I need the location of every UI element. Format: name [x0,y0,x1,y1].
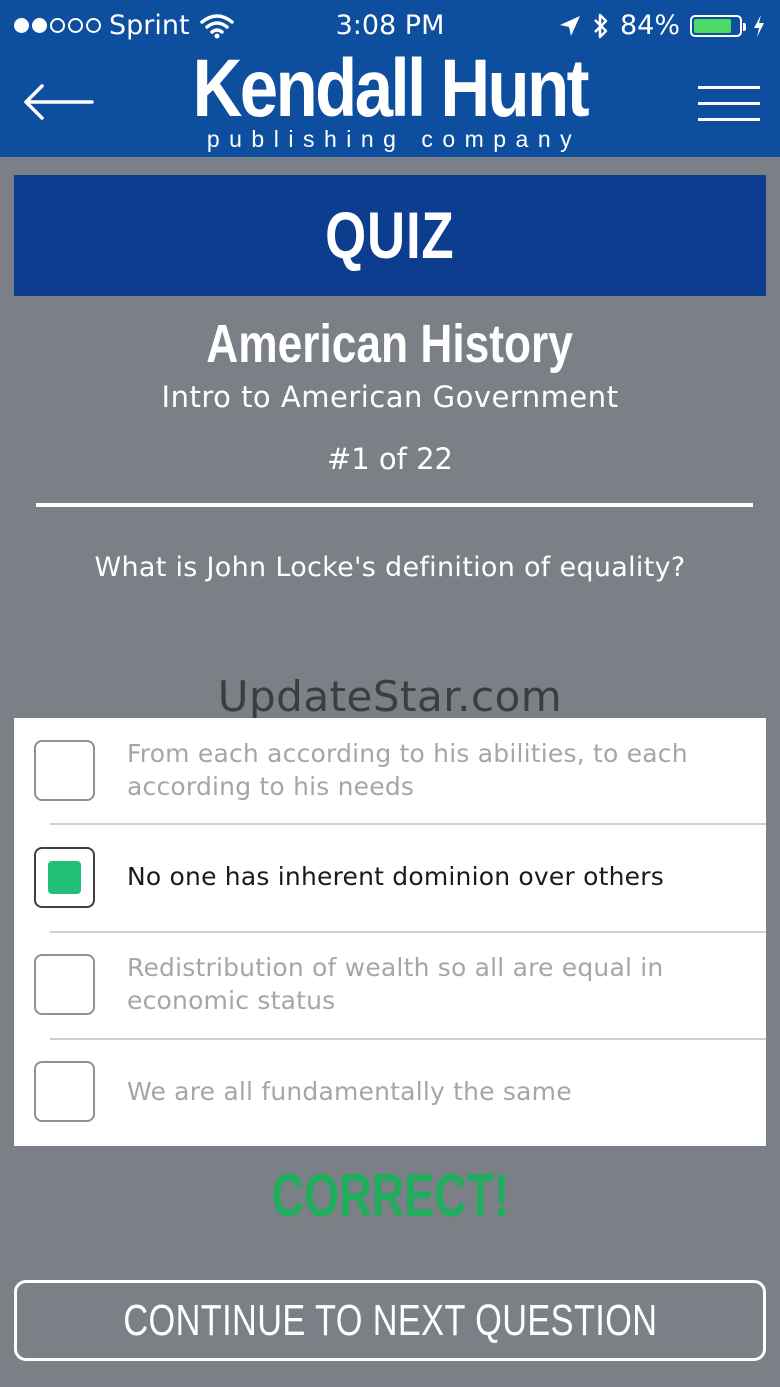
result-text: CORRECT! [271,1162,509,1229]
back-button[interactable] [22,80,94,124]
bluetooth-icon [594,13,608,38]
question-counter: #1 of 22 [326,442,454,476]
answer-option[interactable]: From each according to his abilities, to… [14,718,766,825]
answer-checkbox[interactable] [34,1061,95,1122]
menu-button[interactable] [698,84,762,124]
course-subtitle: Intro to American Government [161,380,619,414]
arrow-left-icon [24,84,94,120]
answer-checkbox[interactable] [34,954,95,1015]
app-header: Sprint 3:08 PM 84% Kendall Hunt publishi… [0,0,780,157]
answer-option[interactable]: We are all fundamentally the same [14,1039,766,1145]
answer-label: We are all fundamentally the same [127,1077,572,1106]
course-title: American History [206,314,574,374]
answer-checkbox[interactable] [34,740,95,801]
answer-option[interactable]: No one has inherent dominion over others [14,825,766,933]
kendall-hunt-logo: Kendall Hunt publishing company [150,48,630,156]
location-arrow-icon [559,15,580,36]
answer-list: From each according to his abilities, to… [14,718,766,1146]
logo-main-text: Kendall Hunt [192,43,590,134]
battery-percent: 84% [619,10,680,41]
checkmark-fill-icon [48,861,81,894]
continue-button[interactable]: CONTINUE TO NEXT QUESTION [14,1280,766,1361]
continue-button-label: CONTINUE TO NEXT QUESTION [122,1296,658,1345]
answer-option[interactable]: Redistribution of wealth so all are equa… [14,932,766,1040]
quiz-banner: QUIZ [14,175,766,296]
answer-label: Redistribution of wealth so all are equa… [127,953,664,1015]
battery-icon [690,14,746,37]
status-right: 84% [558,10,766,41]
watermark: UpdateStar.com [217,672,563,721]
charging-bolt-icon [754,14,764,37]
quiz-banner-title: QUIZ [325,198,455,272]
answer-label: No one has inherent dominion over others [127,862,664,891]
divider [36,503,753,507]
course-title-wrap: American History [0,312,780,376]
answer-label: From each according to his abilities, to… [127,739,688,801]
answer-checkbox[interactable] [34,847,95,908]
result-feedback: CORRECT! [0,1160,780,1232]
question-text: What is John Locke's definition of equal… [94,552,686,583]
